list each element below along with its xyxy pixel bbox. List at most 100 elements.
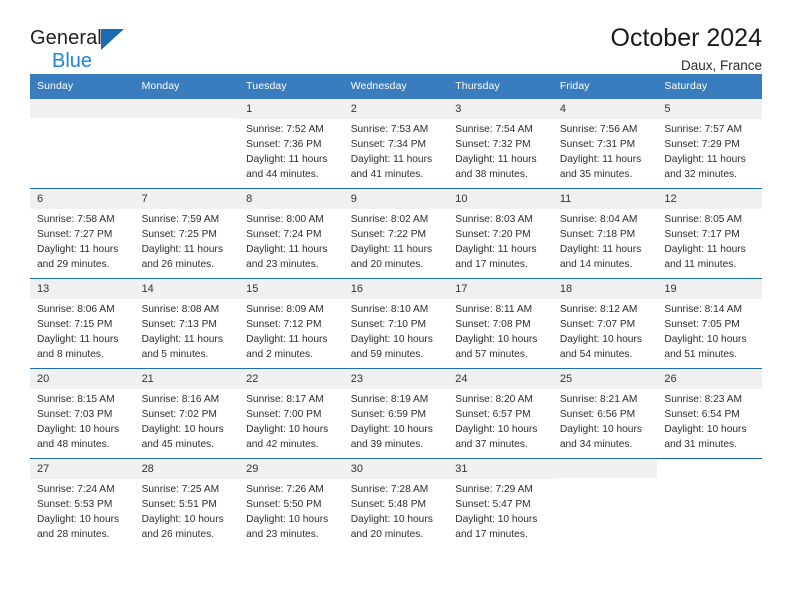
daylight-text: Daylight: 11 hours and 11 minutes. [664,244,746,271]
calendar-day-cell[interactable]: 23 Sunrise: 8:19 AM Sunset: 6:59 PM Dayligh… [343,368,449,458]
sunrise-text: Sunrise: 8:15 AM [37,394,115,406]
calendar-day-cell[interactable]: 18 Sunrise: 8:12 AM Sunset: 7:07 PM Dayligh… [552,278,658,368]
daylight-text: Daylight: 10 hours and 45 minutes. [141,424,224,451]
calendar-body: 1 Sunrise: 7:52 AM Sunset: 7:36 PM Daylight… [30,98,762,548]
day-number: 30 [343,458,449,480]
calendar-day-cell[interactable]: 28 Sunrise: 7:25 AM Sunset: 5:51 PM Dayligh… [134,458,240,548]
sun-info: Sunrise: 8:17 AM Sunset: 7:00 PM Daylight:… [239,389,344,453]
calendar-empty-cell [657,459,762,548]
sunset-text: Sunset: 7:05 PM [664,319,740,331]
calendar-day-cell[interactable]: 13 Sunrise: 8:06 AM Sunset: 7:15 PM Dayligh… [30,278,135,368]
daylight-text: Daylight: 10 hours and 34 minutes. [559,424,642,451]
day-number: 22 [239,368,344,390]
daylight-text: Daylight: 10 hours and 31 minutes. [664,424,747,451]
calendar-week-row: 27 Sunrise: 7:24 AM Sunset: 5:53 PM Dayligh… [30,457,762,548]
day-number: 12 [657,188,762,210]
sun-info: Sunrise: 8:21 AM Sunset: 6:56 PM Daylight:… [553,389,658,453]
calendar-day-cell[interactable]: 27 Sunrise: 7:24 AM Sunset: 5:53 PM Dayligh… [30,458,135,548]
calendar-day-cell[interactable]: 19 Sunrise: 8:14 AM Sunset: 7:05 PM Dayligh… [657,278,762,368]
calendar-day-cell[interactable]: 29 Sunrise: 7:26 AM Sunset: 5:50 PM Dayligh… [239,458,344,548]
sun-info: Sunrise: 8:11 AM Sunset: 7:08 PM Daylight:… [448,299,553,363]
daylight-text: Daylight: 11 hours and 35 minutes. [559,154,642,181]
weekday-header-wednesday: Wednesday [350,80,407,92]
day-number: 29 [239,458,344,480]
calendar-day-cell[interactable]: 24 Sunrise: 8:20 AM Sunset: 6:57 PM Dayligh… [448,368,553,458]
calendar-day-cell[interactable]: 21 Sunrise: 8:16 AM Sunset: 7:02 PM Dayligh… [134,368,240,458]
sun-info: Sunrise: 8:12 AM Sunset: 7:07 PM Daylight:… [553,299,658,363]
calendar-day-cell[interactable]: 2 Sunrise: 7:53 AM Sunset: 7:34 PM Daylight… [343,98,449,188]
sunrise-text: Sunrise: 7:57 AM [664,124,743,136]
sunset-text: Sunset: 7:22 PM [350,229,427,241]
weekday-header-sunday: Sunday [37,80,74,92]
sun-info: Sunrise: 8:16 AM Sunset: 7:02 PM Daylight:… [135,389,240,453]
daylight-text: Daylight: 10 hours and 51 minutes. [664,334,747,361]
calendar-day-cell[interactable]: 9 Sunrise: 8:02 AM Sunset: 7:22 PM Daylight… [343,188,449,278]
sun-info: Sunrise: 8:23 AM Sunset: 6:54 PM Daylight:… [657,389,762,453]
daylight-text: Daylight: 11 hours and 23 minutes. [246,244,328,271]
sun-info: Sunrise: 8:06 AM Sunset: 7:15 PM Daylight:… [30,299,135,363]
weekday-header-monday: Monday [141,80,180,92]
calendar-day-cell[interactable]: 17 Sunrise: 8:11 AM Sunset: 7:08 PM Dayligh… [448,278,553,368]
sun-info: Sunrise: 7:24 AM Sunset: 5:53 PM Daylight:… [30,479,135,543]
sunset-text: Sunset: 6:57 PM [455,409,531,421]
day-number: 5 [657,98,762,120]
day-number: 10 [448,188,553,210]
calendar-day-cell[interactable]: 4 Sunrise: 7:56 AM Sunset: 7:31 PM Daylight… [552,98,658,188]
sunrise-text: Sunrise: 7:53 AM [350,124,429,136]
sunrise-text: Sunrise: 8:02 AM [350,214,429,226]
sunrise-text: Sunrise: 7:59 AM [141,214,220,226]
sunrise-text: Sunrise: 8:12 AM [559,304,638,316]
weekday-header-friday: Friday [559,80,590,92]
sun-info: Sunrise: 7:29 AM Sunset: 5:47 PM Daylight:… [448,479,553,543]
sunrise-text: Sunrise: 8:17 AM [246,394,324,406]
sunrise-text: Sunrise: 7:26 AM [246,484,324,496]
sunrise-text: Sunrise: 8:10 AM [350,304,429,316]
sunrise-text: Sunrise: 7:28 AM [350,484,429,496]
sunset-text: Sunset: 7:10 PM [350,319,427,331]
sunrise-text: Sunrise: 7:56 AM [559,124,638,136]
calendar-day-cell[interactable]: 10 Sunrise: 8:03 AM Sunset: 7:20 PM Dayligh… [448,188,553,278]
day-number: 23 [343,368,449,390]
calendar-day-cell[interactable]: 6 Sunrise: 7:58 AM Sunset: 7:27 PM Daylight… [30,188,135,278]
sunset-text: Sunset: 7:36 PM [246,139,322,151]
sunset-text: Sunset: 7:13 PM [141,319,217,331]
calendar-day-cell[interactable]: 15 Sunrise: 8:09 AM Sunset: 7:12 PM Dayligh… [239,278,344,368]
calendar-day-cell[interactable]: 8 Sunrise: 8:00 AM Sunset: 7:24 PM Daylight… [239,188,344,278]
daylight-text: Daylight: 10 hours and 37 minutes. [455,424,538,451]
calendar-day-cell[interactable]: 14 Sunrise: 8:08 AM Sunset: 7:13 PM Dayligh… [134,278,240,368]
calendar-empty-cell [552,458,658,548]
page-header: General Blue October 2024 Daux, France [30,0,762,74]
calendar-day-cell[interactable]: 31 Sunrise: 7:29 AM Sunset: 5:47 PM Dayligh… [448,458,553,548]
triangle-icon [100,29,124,50]
sun-info: Sunrise: 8:15 AM Sunset: 7:03 PM Daylight:… [30,389,135,453]
calendar-day-cell[interactable]: 1 Sunrise: 7:52 AM Sunset: 7:36 PM Daylight… [239,98,344,188]
sunset-text: Sunset: 7:25 PM [141,229,217,241]
calendar-day-cell[interactable]: 11 Sunrise: 8:04 AM Sunset: 7:18 PM Dayligh… [552,188,658,278]
calendar-day-cell[interactable]: 7 Sunrise: 7:59 AM Sunset: 7:25 PM Daylight… [134,188,240,278]
calendar-day-cell[interactable]: 26 Sunrise: 8:23 AM Sunset: 6:54 PM Dayligh… [657,368,762,458]
calendar-day-cell[interactable]: 22 Sunrise: 8:17 AM Sunset: 7:00 PM Dayligh… [239,368,344,458]
calendar-week-row: 1 Sunrise: 7:52 AM Sunset: 7:36 PM Daylight… [30,98,762,188]
daylight-text: Daylight: 10 hours and 28 minutes. [37,514,120,541]
day-number [134,98,240,118]
calendar-day-cell[interactable]: 25 Sunrise: 8:21 AM Sunset: 6:56 PM Dayligh… [552,368,658,458]
sun-info: Sunrise: 7:26 AM Sunset: 5:50 PM Daylight:… [239,479,344,543]
sun-info: Sunrise: 8:02 AM Sunset: 7:22 PM Daylight:… [344,209,449,273]
sun-info: Sunrise: 8:19 AM Sunset: 6:59 PM Daylight:… [344,389,449,453]
daylight-text: Daylight: 11 hours and 32 minutes. [664,154,746,181]
sunrise-text: Sunrise: 8:00 AM [246,214,324,226]
sunrise-text: Sunrise: 8:21 AM [559,394,638,406]
calendar-day-cell[interactable]: 30 Sunrise: 7:28 AM Sunset: 5:48 PM Dayligh… [343,458,449,548]
calendar-day-cell[interactable]: 16 Sunrise: 8:10 AM Sunset: 7:10 PM Dayligh… [343,278,449,368]
calendar-day-cell[interactable]: 12 Sunrise: 8:05 AM Sunset: 7:17 PM Dayligh… [657,188,762,278]
sun-info: Sunrise: 7:52 AM Sunset: 7:36 PM Daylight:… [239,119,344,183]
daylight-text: Daylight: 11 hours and 14 minutes. [559,244,642,271]
calendar-day-cell[interactable]: 3 Sunrise: 7:54 AM Sunset: 7:32 PM Daylight… [448,98,553,188]
calendar-day-cell[interactable]: 20 Sunrise: 8:15 AM Sunset: 7:03 PM Dayligh… [30,368,135,458]
day-number: 6 [30,188,135,210]
day-number: 20 [30,368,135,390]
calendar-day-cell[interactable]: 5 Sunrise: 7:57 AM Sunset: 7:29 PM Daylight… [657,98,762,188]
sun-info: Sunrise: 8:20 AM Sunset: 6:57 PM Daylight:… [448,389,553,453]
sunrise-text: Sunrise: 7:29 AM [455,484,533,496]
daylight-text: Daylight: 11 hours and 38 minutes. [455,154,537,181]
